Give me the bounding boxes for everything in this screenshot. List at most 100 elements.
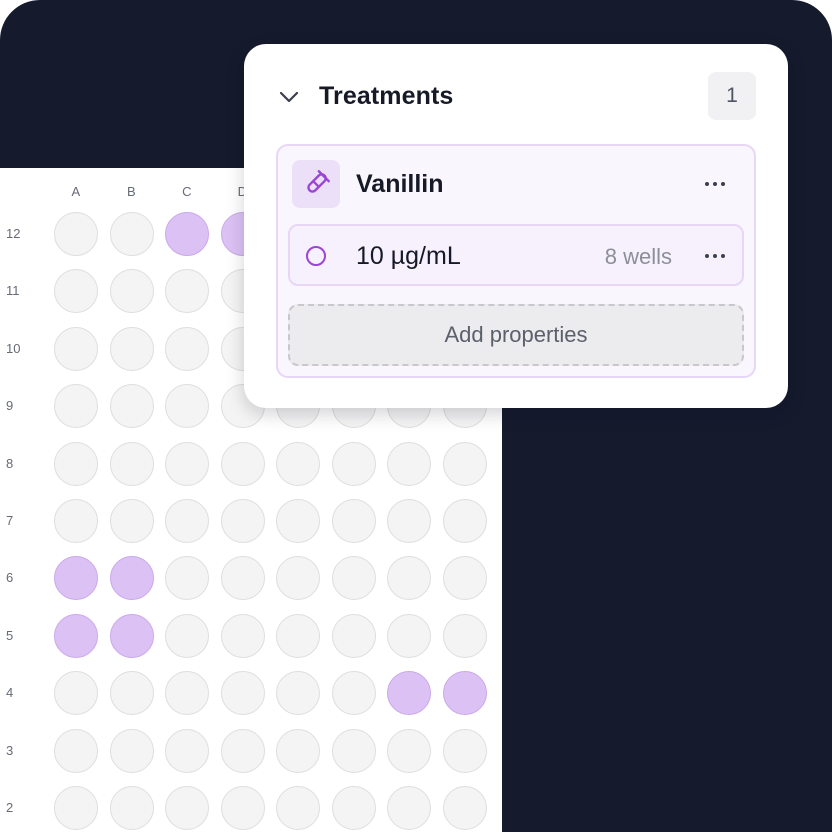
well-h3[interactable] bbox=[442, 728, 487, 773]
treatment-item: Vanillin 10 µg/mL 8 wells Add properties bbox=[276, 144, 756, 378]
well-c11[interactable] bbox=[165, 269, 209, 314]
card-title: Treatments bbox=[319, 82, 454, 110]
treatment-name: Vanillin bbox=[356, 170, 444, 198]
row-label-12: 12 bbox=[6, 226, 21, 241]
well-b12[interactable] bbox=[109, 212, 154, 256]
well-e4[interactable] bbox=[276, 671, 320, 716]
well-a8[interactable] bbox=[54, 441, 98, 486]
well-d8[interactable] bbox=[220, 441, 265, 486]
well-g8[interactable] bbox=[387, 441, 431, 486]
well-d5[interactable] bbox=[220, 613, 265, 658]
well-g5[interactable] bbox=[387, 613, 431, 658]
concentration-row[interactable]: 10 µg/mL 8 wells bbox=[288, 224, 744, 286]
well-b6[interactable] bbox=[109, 556, 154, 601]
column-header-c: C bbox=[182, 184, 192, 199]
well-e7[interactable] bbox=[276, 499, 320, 543]
well-c2[interactable] bbox=[165, 786, 209, 830]
well-c6[interactable] bbox=[165, 556, 209, 601]
well-f7[interactable] bbox=[331, 499, 376, 543]
row-label-9: 9 bbox=[6, 398, 14, 414]
well-e8[interactable] bbox=[276, 441, 320, 486]
well-a7[interactable] bbox=[54, 499, 98, 543]
row-label-8: 8 bbox=[6, 455, 14, 471]
card-header: Treatments 1 bbox=[244, 72, 788, 120]
well-e5[interactable] bbox=[276, 613, 320, 658]
well-f3[interactable] bbox=[331, 728, 376, 773]
well-b9[interactable] bbox=[109, 384, 154, 429]
well-b2[interactable] bbox=[109, 786, 154, 830]
well-c10[interactable] bbox=[165, 326, 209, 371]
well-a4[interactable] bbox=[54, 671, 98, 716]
chevron-down-icon[interactable] bbox=[276, 84, 302, 110]
well-c5[interactable] bbox=[165, 613, 209, 658]
row-label-3: 3 bbox=[6, 742, 14, 758]
concentration-value: 10 µg/mL bbox=[356, 242, 461, 270]
well-c9[interactable] bbox=[165, 384, 209, 429]
treatments-card: Treatments 1 Vanillin 10 µg/mL 8 wells A… bbox=[244, 44, 788, 408]
row-label-10: 10 bbox=[6, 340, 21, 356]
well-g3[interactable] bbox=[387, 728, 431, 773]
well-a6[interactable] bbox=[54, 556, 98, 601]
well-a12[interactable] bbox=[54, 212, 98, 256]
well-b5[interactable] bbox=[109, 613, 154, 658]
well-c8[interactable] bbox=[165, 441, 209, 486]
well-h7[interactable] bbox=[442, 499, 487, 543]
well-h8[interactable] bbox=[442, 441, 487, 486]
corner-tl bbox=[0, 0, 80, 80]
row-label-11: 11 bbox=[6, 283, 20, 299]
well-g6[interactable] bbox=[387, 556, 431, 601]
canvas: ABCDEFGH 12111098765432 Treatments 1 Van… bbox=[0, 0, 832, 832]
well-d4[interactable] bbox=[220, 671, 265, 716]
well-a9[interactable] bbox=[54, 384, 98, 429]
count-badge: 1 bbox=[708, 72, 756, 120]
column-header-b: B bbox=[127, 184, 136, 199]
well-a2[interactable] bbox=[54, 786, 98, 830]
well-b11[interactable] bbox=[109, 269, 154, 314]
row-label-6: 6 bbox=[6, 570, 14, 586]
well-c3[interactable] bbox=[165, 728, 209, 773]
well-a10[interactable] bbox=[54, 326, 98, 371]
column-header-a: A bbox=[71, 184, 81, 199]
well-c7[interactable] bbox=[165, 499, 209, 543]
row-label-2: 2 bbox=[6, 800, 14, 815]
row-label-7: 7 bbox=[6, 513, 14, 528]
well-f2[interactable] bbox=[331, 786, 376, 830]
circle-icon bbox=[306, 246, 326, 266]
row-label-5: 5 bbox=[6, 627, 14, 643]
well-f8[interactable] bbox=[331, 441, 376, 486]
test-tube-icon bbox=[292, 160, 340, 208]
well-d6[interactable] bbox=[220, 556, 265, 601]
treatment-more-icon[interactable] bbox=[698, 172, 732, 196]
well-h2[interactable] bbox=[442, 786, 487, 830]
well-g7[interactable] bbox=[387, 499, 431, 543]
well-b8[interactable] bbox=[109, 441, 154, 486]
corner-tr bbox=[752, 0, 832, 80]
concentration-more-icon[interactable] bbox=[698, 244, 732, 268]
well-b10[interactable] bbox=[109, 326, 154, 371]
well-d7[interactable] bbox=[220, 499, 265, 543]
well-f5[interactable] bbox=[331, 613, 376, 658]
well-h5[interactable] bbox=[442, 613, 487, 658]
well-g2[interactable] bbox=[387, 786, 431, 830]
concentration-wells: 8 wells bbox=[604, 244, 672, 269]
row-label-4: 4 bbox=[6, 685, 14, 701]
well-g4[interactable] bbox=[387, 671, 431, 716]
well-a5[interactable] bbox=[54, 613, 98, 658]
well-f4[interactable] bbox=[331, 671, 376, 716]
well-e2[interactable] bbox=[276, 786, 320, 830]
well-c4[interactable] bbox=[165, 671, 209, 716]
well-b4[interactable] bbox=[109, 671, 154, 716]
well-c12[interactable] bbox=[165, 212, 209, 256]
well-d3[interactable] bbox=[220, 728, 265, 773]
well-a3[interactable] bbox=[54, 728, 98, 773]
well-d2[interactable] bbox=[220, 786, 265, 830]
add-properties-button[interactable]: Add properties bbox=[288, 304, 744, 366]
well-h6[interactable] bbox=[442, 556, 487, 601]
well-f6[interactable] bbox=[331, 556, 376, 601]
well-b3[interactable] bbox=[109, 728, 154, 773]
well-e6[interactable] bbox=[276, 556, 320, 601]
well-b7[interactable] bbox=[109, 499, 154, 543]
well-e3[interactable] bbox=[276, 728, 320, 773]
well-h4[interactable] bbox=[442, 671, 487, 716]
well-a11[interactable] bbox=[54, 269, 98, 314]
